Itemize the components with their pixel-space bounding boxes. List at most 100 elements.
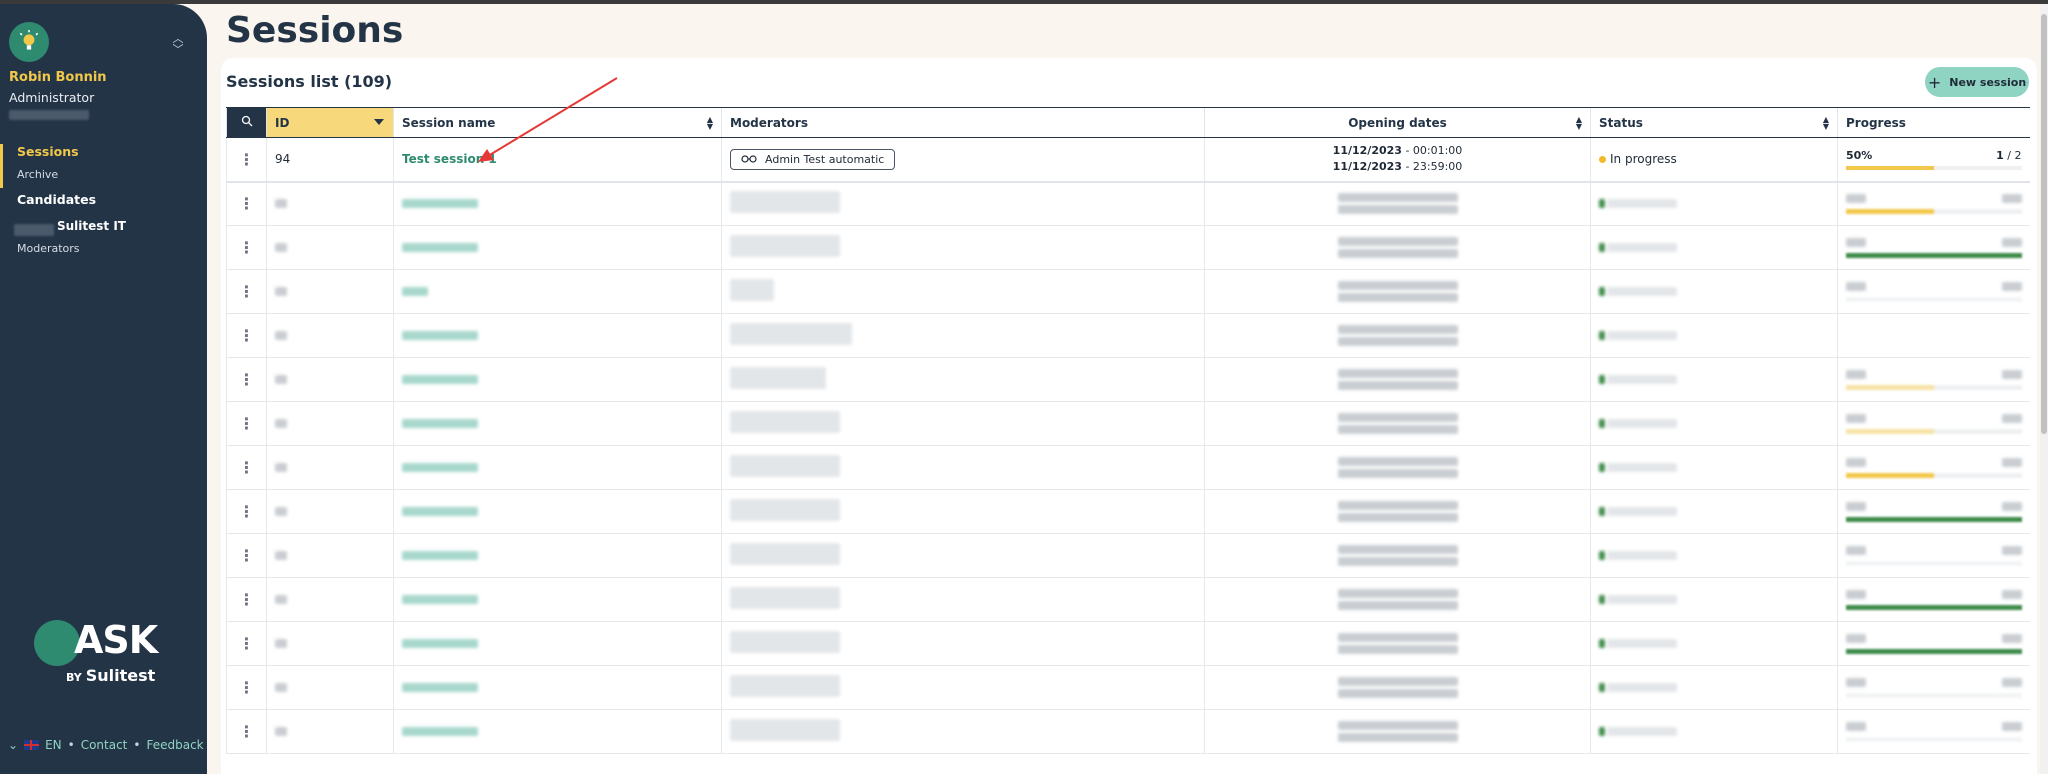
redacted-session-name[interactable] [402, 286, 428, 296]
cell-moderators [721, 401, 1205, 446]
table-row[interactable]: ⋮ [226, 401, 2030, 446]
redacted-session-name[interactable] [402, 418, 478, 428]
redacted-session-name[interactable] [402, 550, 478, 560]
cell-opening-dates [1204, 401, 1591, 446]
contact-link[interactable]: Contact [81, 738, 128, 752]
sidebar-expand-toggle[interactable]: ︿ ﹀ [168, 30, 188, 58]
new-session-button[interactable]: + New session [1925, 67, 2029, 97]
sidebar-item-sessions[interactable]: Sessions [17, 144, 79, 159]
table-row[interactable]: ⋮ [226, 621, 2030, 666]
table-row[interactable]: ⋮ [226, 181, 2030, 226]
row-menu-icon[interactable]: ⋮ [226, 269, 267, 314]
cell-opening-dates [1204, 313, 1591, 358]
uk-flag-icon [24, 740, 40, 750]
table-row[interactable]: ⋮ [226, 445, 2030, 490]
progress-bar [1846, 516, 2022, 522]
app-logo[interactable] [9, 22, 49, 62]
redacted-progress [2001, 369, 2022, 379]
time-end: - 23:59:00 [1405, 160, 1463, 174]
cell-id [266, 489, 394, 534]
table-row[interactable]: ⋮ [226, 357, 2030, 402]
table-row[interactable]: ⋮ [226, 665, 2030, 710]
sidebar-item-candidates[interactable]: Candidates [17, 192, 96, 207]
redacted-session-name[interactable] [402, 638, 478, 648]
feedback-link[interactable]: Feedback [146, 738, 203, 752]
redacted-date [1337, 249, 1458, 258]
column-header-status[interactable]: Status ▲ ▼ [1590, 107, 1838, 138]
table-row[interactable]: ⋮ [226, 709, 2030, 754]
column-header-id[interactable]: ID [266, 107, 394, 138]
row-menu-icon[interactable]: ⋮ [226, 621, 267, 666]
sidebar-item-archive[interactable]: Archive [17, 168, 58, 181]
row-menu-icon[interactable]: ⋮ [226, 489, 267, 534]
cell-progress [1837, 709, 2030, 754]
scrollbar-thumb[interactable] [2041, 14, 2047, 434]
cell-session-name [393, 269, 722, 314]
column-header-session-name[interactable]: Session name ▲ ▼ [393, 107, 722, 138]
cell-progress [1837, 489, 2030, 534]
cell-id [266, 665, 394, 710]
table-row[interactable]: ⋮ [226, 533, 2030, 578]
row-menu-icon[interactable]: ⋮ [226, 445, 267, 490]
row-menu-icon[interactable]: ⋮ [226, 577, 267, 622]
row-menu-icon[interactable]: ⋮ [226, 709, 267, 754]
row-menu-icon[interactable]: ⋮ [226, 181, 267, 226]
progress-bar-fill [1846, 165, 1934, 170]
cell-status [1590, 357, 1838, 402]
redacted-session-name[interactable] [402, 594, 478, 604]
redacted-id [275, 242, 287, 252]
row-menu-icon[interactable]: ⋮ [226, 137, 267, 183]
table-row[interactable]: ⋮ [226, 577, 2030, 622]
redacted-session-name[interactable] [402, 726, 478, 736]
redacted-session-name[interactable] [402, 374, 478, 384]
redacted-session-name[interactable] [402, 330, 478, 340]
cell-moderators [721, 533, 1205, 578]
table-row[interactable]: ⋮ [226, 269, 2030, 314]
redacted-date [1337, 205, 1458, 215]
redacted-id [275, 198, 287, 208]
redacted-progress [1846, 457, 1866, 467]
redacted-session-name[interactable] [402, 198, 478, 208]
cell-session-name [393, 313, 722, 358]
chevron-down-icon[interactable]: ⌄ [8, 738, 18, 752]
redacted-status [1607, 462, 1677, 472]
sessions-list-title: Sessions list (109) [226, 72, 393, 91]
row-menu-icon[interactable]: ⋮ [226, 533, 267, 578]
table-row[interactable]: ⋮ [226, 489, 2030, 534]
sidebar-item-moderators[interactable]: Moderators [17, 242, 80, 255]
moderator-name: Admin Test automatic [765, 152, 885, 166]
cell-moderators [721, 269, 1205, 314]
cell-opening-dates: 11/12/2023 - 00:01:00 11/12/2023 - 23:59… [1204, 137, 1591, 183]
session-link[interactable]: Test session 1 [402, 152, 497, 166]
redacted-session-name[interactable] [402, 462, 478, 472]
row-menu-icon[interactable]: ⋮ [226, 357, 267, 402]
redacted-session-name[interactable] [402, 506, 478, 516]
table-row[interactable]: ⋮ [226, 225, 2030, 270]
column-header-opening-dates[interactable]: Opening dates ▲ ▼ [1204, 107, 1591, 138]
cell-opening-dates [1204, 357, 1591, 402]
column-header-moderators: Moderators [721, 107, 1205, 138]
row-menu-icon[interactable]: ⋮ [226, 401, 267, 446]
redacted-date [1337, 633, 1458, 642]
table-row[interactable]: ⋮ [226, 313, 2030, 358]
row-menu-icon[interactable]: ⋮ [226, 665, 267, 710]
redacted-status [1607, 198, 1677, 208]
table-row[interactable]: ⋮ 94 Test session 1 Admin Test automatic… [226, 137, 2030, 183]
column-label: Session name [402, 115, 496, 130]
cell-moderators [721, 709, 1205, 754]
redacted-id [275, 462, 287, 472]
cell-id [266, 577, 394, 622]
row-menu-icon[interactable]: ⋮ [226, 313, 267, 358]
table-search-button[interactable] [226, 107, 267, 138]
language-selector[interactable]: EN [45, 738, 62, 752]
row-menu-icon[interactable]: ⋮ [226, 225, 267, 270]
redacted-session-name[interactable] [402, 242, 478, 252]
page-scrollbar[interactable] [2040, 4, 2048, 774]
redacted-session-name[interactable] [402, 682, 478, 692]
cell-session-name [393, 225, 722, 270]
sidebar-item-organization[interactable]: Sulitest IT [57, 219, 126, 233]
footer-separator: • [67, 738, 75, 752]
redacted-moderator [730, 719, 840, 741]
moderator-chip[interactable]: Admin Test automatic [730, 148, 896, 170]
cell-id [266, 709, 394, 754]
